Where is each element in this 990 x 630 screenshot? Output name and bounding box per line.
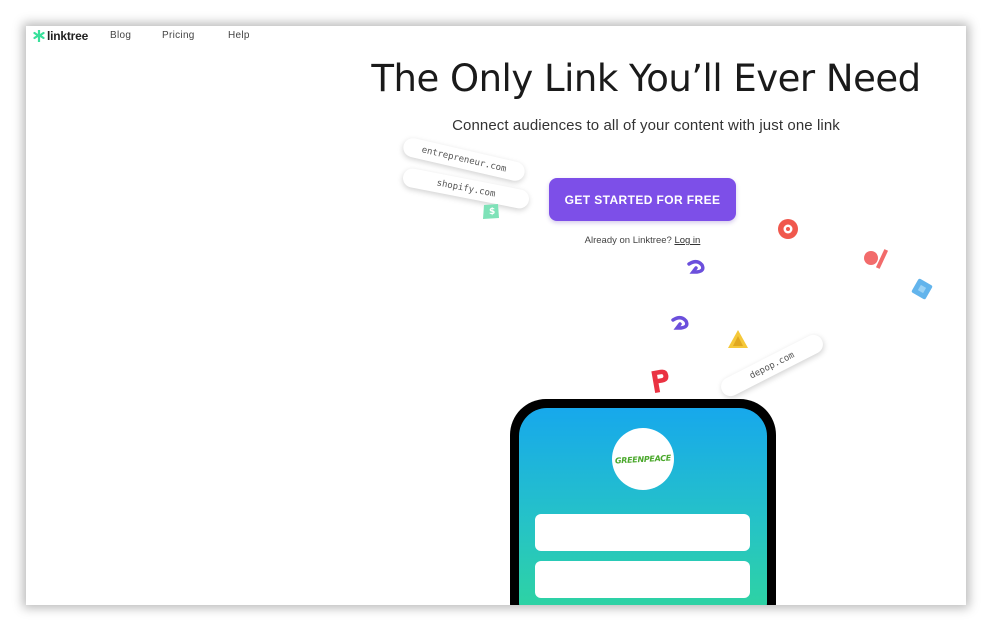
already-text: Already on Linktree? — [584, 235, 672, 246]
profile-link-button[interactable] — [535, 514, 750, 551]
get-started-button[interactable]: GET STARTED FOR FREE — [549, 178, 736, 221]
linktree-logo-icon — [33, 30, 45, 42]
top-nav: linktree Blog Pricing Help — [26, 26, 966, 48]
shopify-bag-icon: $ — [480, 198, 502, 220]
profile-avatar: GREENPEACE — [612, 428, 674, 490]
login-prompt: Already on Linktree? Log in — [546, 235, 739, 246]
nav-link-blog[interactable]: Blog — [110, 30, 131, 41]
phone-mockup: GREENPEACE — [510, 399, 776, 605]
patreon-p-icon — [647, 366, 673, 394]
nav-link-help[interactable]: Help — [228, 30, 250, 41]
ko-fi-arrow-icon — [684, 257, 710, 277]
brand-name: linktree — [47, 29, 89, 43]
bandsintown-icon — [777, 218, 799, 240]
linktree-logo[interactable]: linktree — [33, 29, 88, 43]
patreon-icon — [862, 247, 890, 271]
nav-link-pricing[interactable]: Pricing — [162, 30, 195, 41]
page-title: The Only Link You’ll Ever Need — [371, 57, 921, 100]
browser-viewport: linktree Blog Pricing Help The Only Link… — [26, 26, 966, 605]
tag-icon — [909, 276, 935, 302]
phone-screen: GREENPEACE — [519, 408, 767, 605]
triangle-icon — [726, 328, 750, 352]
ko-fi-arrow-icon — [668, 313, 694, 333]
page-subtitle: Connect audiences to all of your content… — [452, 117, 840, 134]
profile-link-button[interactable] — [535, 561, 750, 598]
login-link[interactable]: Log in — [674, 235, 700, 246]
greenpeace-logo: GREENPEACE — [614, 453, 672, 465]
svg-text:$: $ — [489, 207, 495, 217]
